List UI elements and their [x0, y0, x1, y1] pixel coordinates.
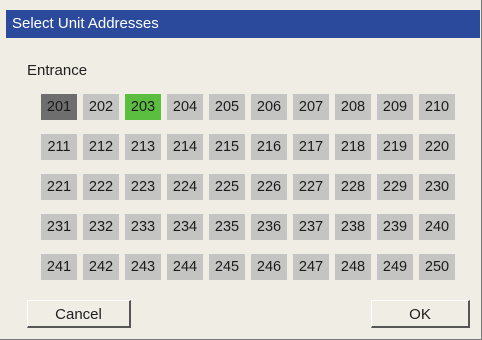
unit-address-grid: 201 202 203 204 205 206 207 208 209 210 211 212 213 2…	[41, 94, 455, 280]
unit-address-207[interactable]: 207	[293, 94, 329, 120]
select-unit-addresses-dialog: Select Unit Addresses Entrance 201 202 203…	[0, 0, 482, 340]
unit-address-245[interactable]: 245	[209, 254, 245, 280]
unit-address-219[interactable]: 219	[377, 134, 413, 160]
unit-address-232[interactable]: 232	[83, 214, 119, 240]
unit-address-238[interactable]: 238	[335, 214, 371, 240]
unit-address-201[interactable]: 201	[41, 94, 77, 120]
cancel-button[interactable]: Cancel	[27, 300, 131, 328]
unit-address-204[interactable]: 204	[167, 94, 203, 120]
unit-address-210[interactable]: 210	[419, 94, 455, 120]
unit-address-241[interactable]: 241	[41, 254, 77, 280]
unit-address-236[interactable]: 236	[251, 214, 287, 240]
unit-address-227[interactable]: 227	[293, 174, 329, 200]
unit-address-244[interactable]: 244	[167, 254, 203, 280]
unit-address-240[interactable]: 240	[419, 214, 455, 240]
unit-address-230[interactable]: 230	[419, 174, 455, 200]
unit-address-222[interactable]: 222	[83, 174, 119, 200]
unit-address-250[interactable]: 250	[419, 254, 455, 280]
unit-address-229[interactable]: 229	[377, 174, 413, 200]
unit-address-206[interactable]: 206	[251, 94, 287, 120]
unit-address-246[interactable]: 246	[251, 254, 287, 280]
unit-address-233[interactable]: 233	[125, 214, 161, 240]
unit-address-220[interactable]: 220	[419, 134, 455, 160]
unit-address-208[interactable]: 208	[335, 94, 371, 120]
unit-address-218[interactable]: 218	[335, 134, 371, 160]
unit-address-223[interactable]: 223	[125, 174, 161, 200]
unit-address-209[interactable]: 209	[377, 94, 413, 120]
group-label: Entrance	[27, 62, 88, 79]
dialog-title: Select Unit Addresses	[6, 10, 480, 38]
unit-address-214[interactable]: 214	[167, 134, 203, 160]
unit-address-237[interactable]: 237	[293, 214, 329, 240]
unit-address-221[interactable]: 221	[41, 174, 77, 200]
unit-address-248[interactable]: 248	[335, 254, 371, 280]
unit-address-217[interactable]: 217	[293, 134, 329, 160]
unit-address-228[interactable]: 228	[335, 174, 371, 200]
unit-address-243[interactable]: 243	[125, 254, 161, 280]
unit-address-234[interactable]: 234	[167, 214, 203, 240]
unit-address-216[interactable]: 216	[251, 134, 287, 160]
unit-address-212[interactable]: 212	[83, 134, 119, 160]
unit-address-215[interactable]: 215	[209, 134, 245, 160]
unit-address-213[interactable]: 213	[125, 134, 161, 160]
unit-address-239[interactable]: 239	[377, 214, 413, 240]
unit-address-224[interactable]: 224	[167, 174, 203, 200]
unit-address-203[interactable]: 203	[125, 94, 161, 120]
unit-address-235[interactable]: 235	[209, 214, 245, 240]
ok-button[interactable]: OK	[371, 300, 470, 328]
unit-address-249[interactable]: 249	[377, 254, 413, 280]
unit-address-231[interactable]: 231	[41, 214, 77, 240]
unit-address-225[interactable]: 225	[209, 174, 245, 200]
unit-address-205[interactable]: 205	[209, 94, 245, 120]
unit-address-202[interactable]: 202	[83, 94, 119, 120]
unit-address-242[interactable]: 242	[83, 254, 119, 280]
unit-address-226[interactable]: 226	[251, 174, 287, 200]
unit-address-247[interactable]: 247	[293, 254, 329, 280]
unit-address-211[interactable]: 211	[41, 134, 77, 160]
